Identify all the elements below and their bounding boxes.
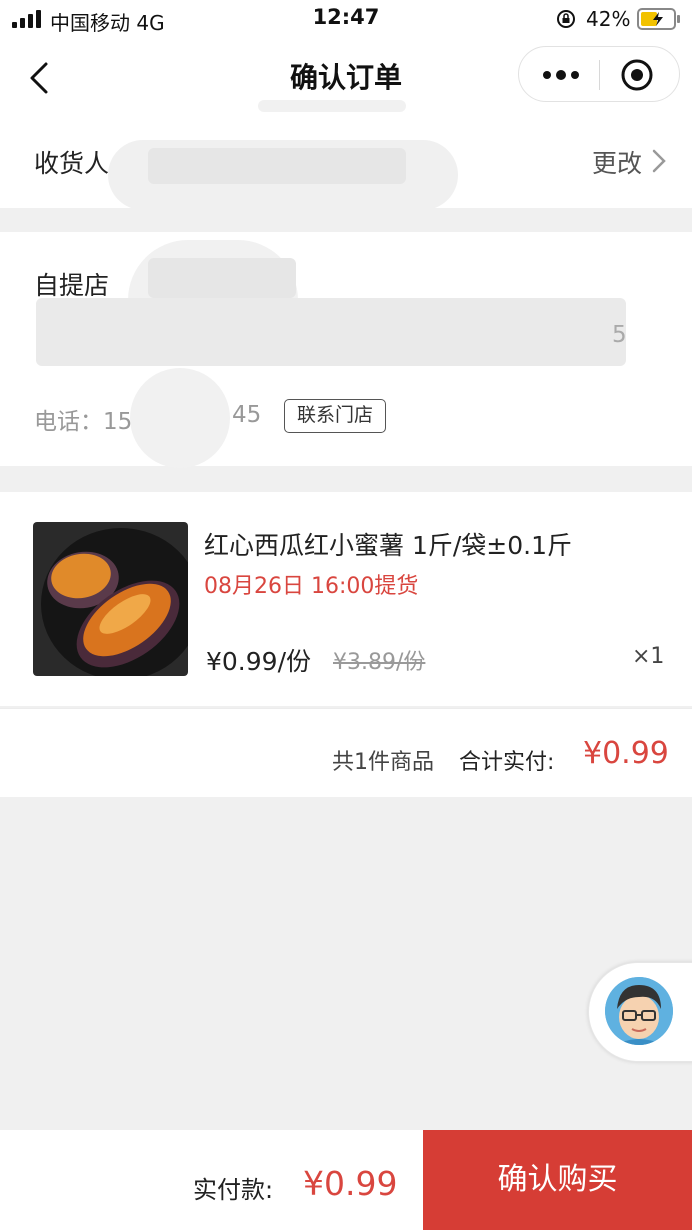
original-price: ¥3.89/份 bbox=[333, 650, 426, 675]
receiver-label: 收货人 bbox=[34, 149, 110, 178]
total-value: ¥0.99 bbox=[583, 736, 669, 771]
avatar-icon bbox=[605, 977, 673, 1045]
product-image bbox=[33, 522, 188, 676]
receiver-section[interactable]: 收货人 更改 bbox=[0, 118, 692, 210]
pickup-time: 08月26日 16:00提货 bbox=[204, 574, 419, 599]
blurred-address bbox=[36, 298, 626, 366]
chevron-right-icon bbox=[652, 149, 666, 173]
pickup-store-section: 自提店 5 电话：15 45 联系门店 bbox=[0, 232, 692, 468]
product-title: 红心西瓜红小蜜薯 1斤/袋±0.1斤 bbox=[204, 531, 572, 560]
total-label: 合计实付: bbox=[459, 750, 555, 775]
contact-store-button[interactable]: 联系门店 bbox=[284, 399, 386, 433]
lock-icon bbox=[557, 10, 575, 28]
blurred-region bbox=[130, 368, 230, 468]
battery-icon bbox=[637, 8, 680, 30]
battery-percent: 42% bbox=[586, 7, 631, 31]
menu-capsule bbox=[518, 46, 680, 102]
more-icon[interactable] bbox=[539, 61, 583, 89]
order-summary: 共1件商品 合计实付: ¥0.99 bbox=[0, 708, 692, 797]
phone-tail: 45 bbox=[232, 402, 262, 428]
change-receiver-link[interactable]: 更改 bbox=[592, 144, 642, 180]
store-label: 自提店 bbox=[34, 271, 110, 300]
blurred-region bbox=[258, 100, 406, 112]
close-target-icon[interactable] bbox=[619, 57, 655, 93]
quantity: ×1 bbox=[632, 644, 665, 669]
product-section: 红心西瓜红小蜜薯 1斤/袋±0.1斤 08月26日 16:00提货 ¥0.99/… bbox=[0, 492, 692, 706]
address-tail: 5 bbox=[612, 322, 627, 348]
nav-bar: 确认订单 bbox=[0, 40, 692, 118]
pay-value: ¥0.99 bbox=[303, 1164, 398, 1203]
bottom-bar: 实付款: ¥0.99 确认购买 bbox=[0, 1130, 692, 1230]
blurred-region bbox=[148, 148, 406, 184]
item-count: 共1件商品 bbox=[332, 750, 434, 775]
confirm-purchase-button[interactable]: 确认购买 bbox=[423, 1130, 692, 1230]
unit-price: ¥0.99/份 bbox=[206, 647, 311, 676]
customer-service-float[interactable] bbox=[588, 962, 692, 1062]
capsule-divider bbox=[599, 60, 600, 90]
blurred-region bbox=[148, 258, 296, 298]
pay-label: 实付款: bbox=[193, 1176, 274, 1204]
phone-label: 电话：15 bbox=[34, 409, 133, 435]
status-bar: 中国移动 4G 12:47 42% bbox=[0, 0, 692, 40]
